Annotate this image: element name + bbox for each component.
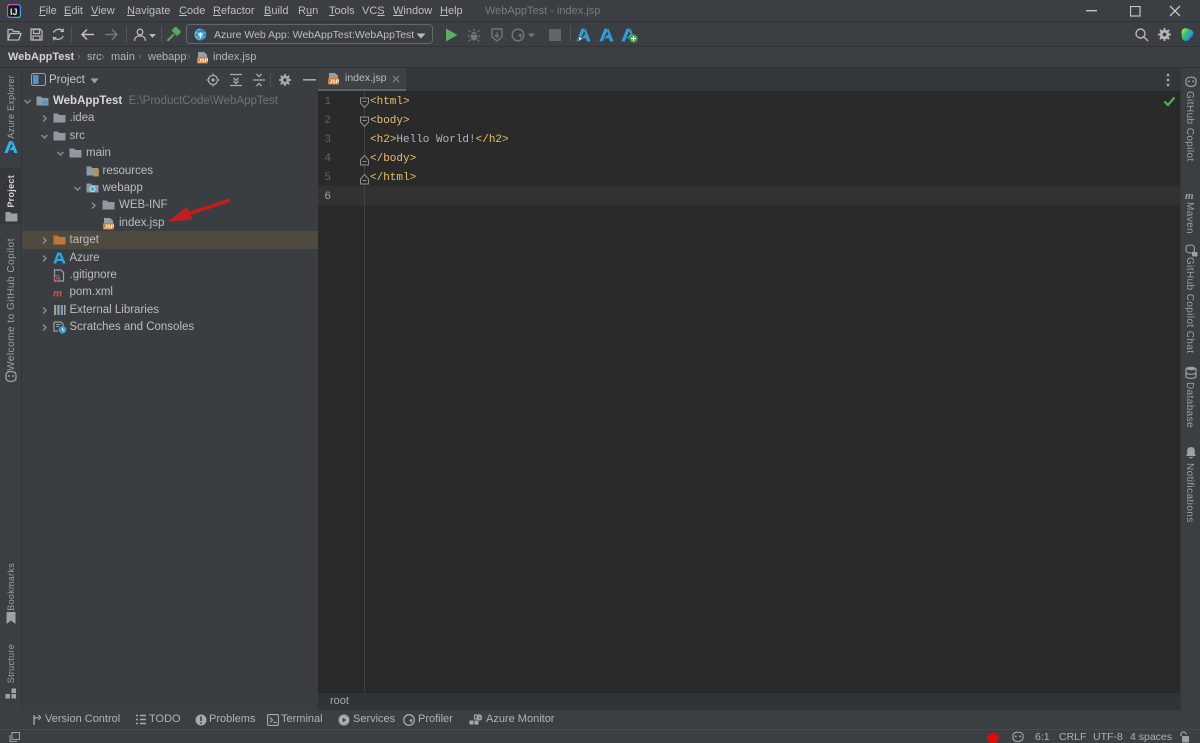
svg-text:10: 10 [478,715,483,720]
svg-text:m: m [1185,190,1194,200]
svg-text:IJ: IJ [10,7,18,17]
svg-text:JSP: JSP [329,79,340,85]
svg-text:JSP: JSP [198,58,209,64]
svg-text:JSP: JSP [104,224,115,230]
svg-text:m: m [53,286,62,298]
